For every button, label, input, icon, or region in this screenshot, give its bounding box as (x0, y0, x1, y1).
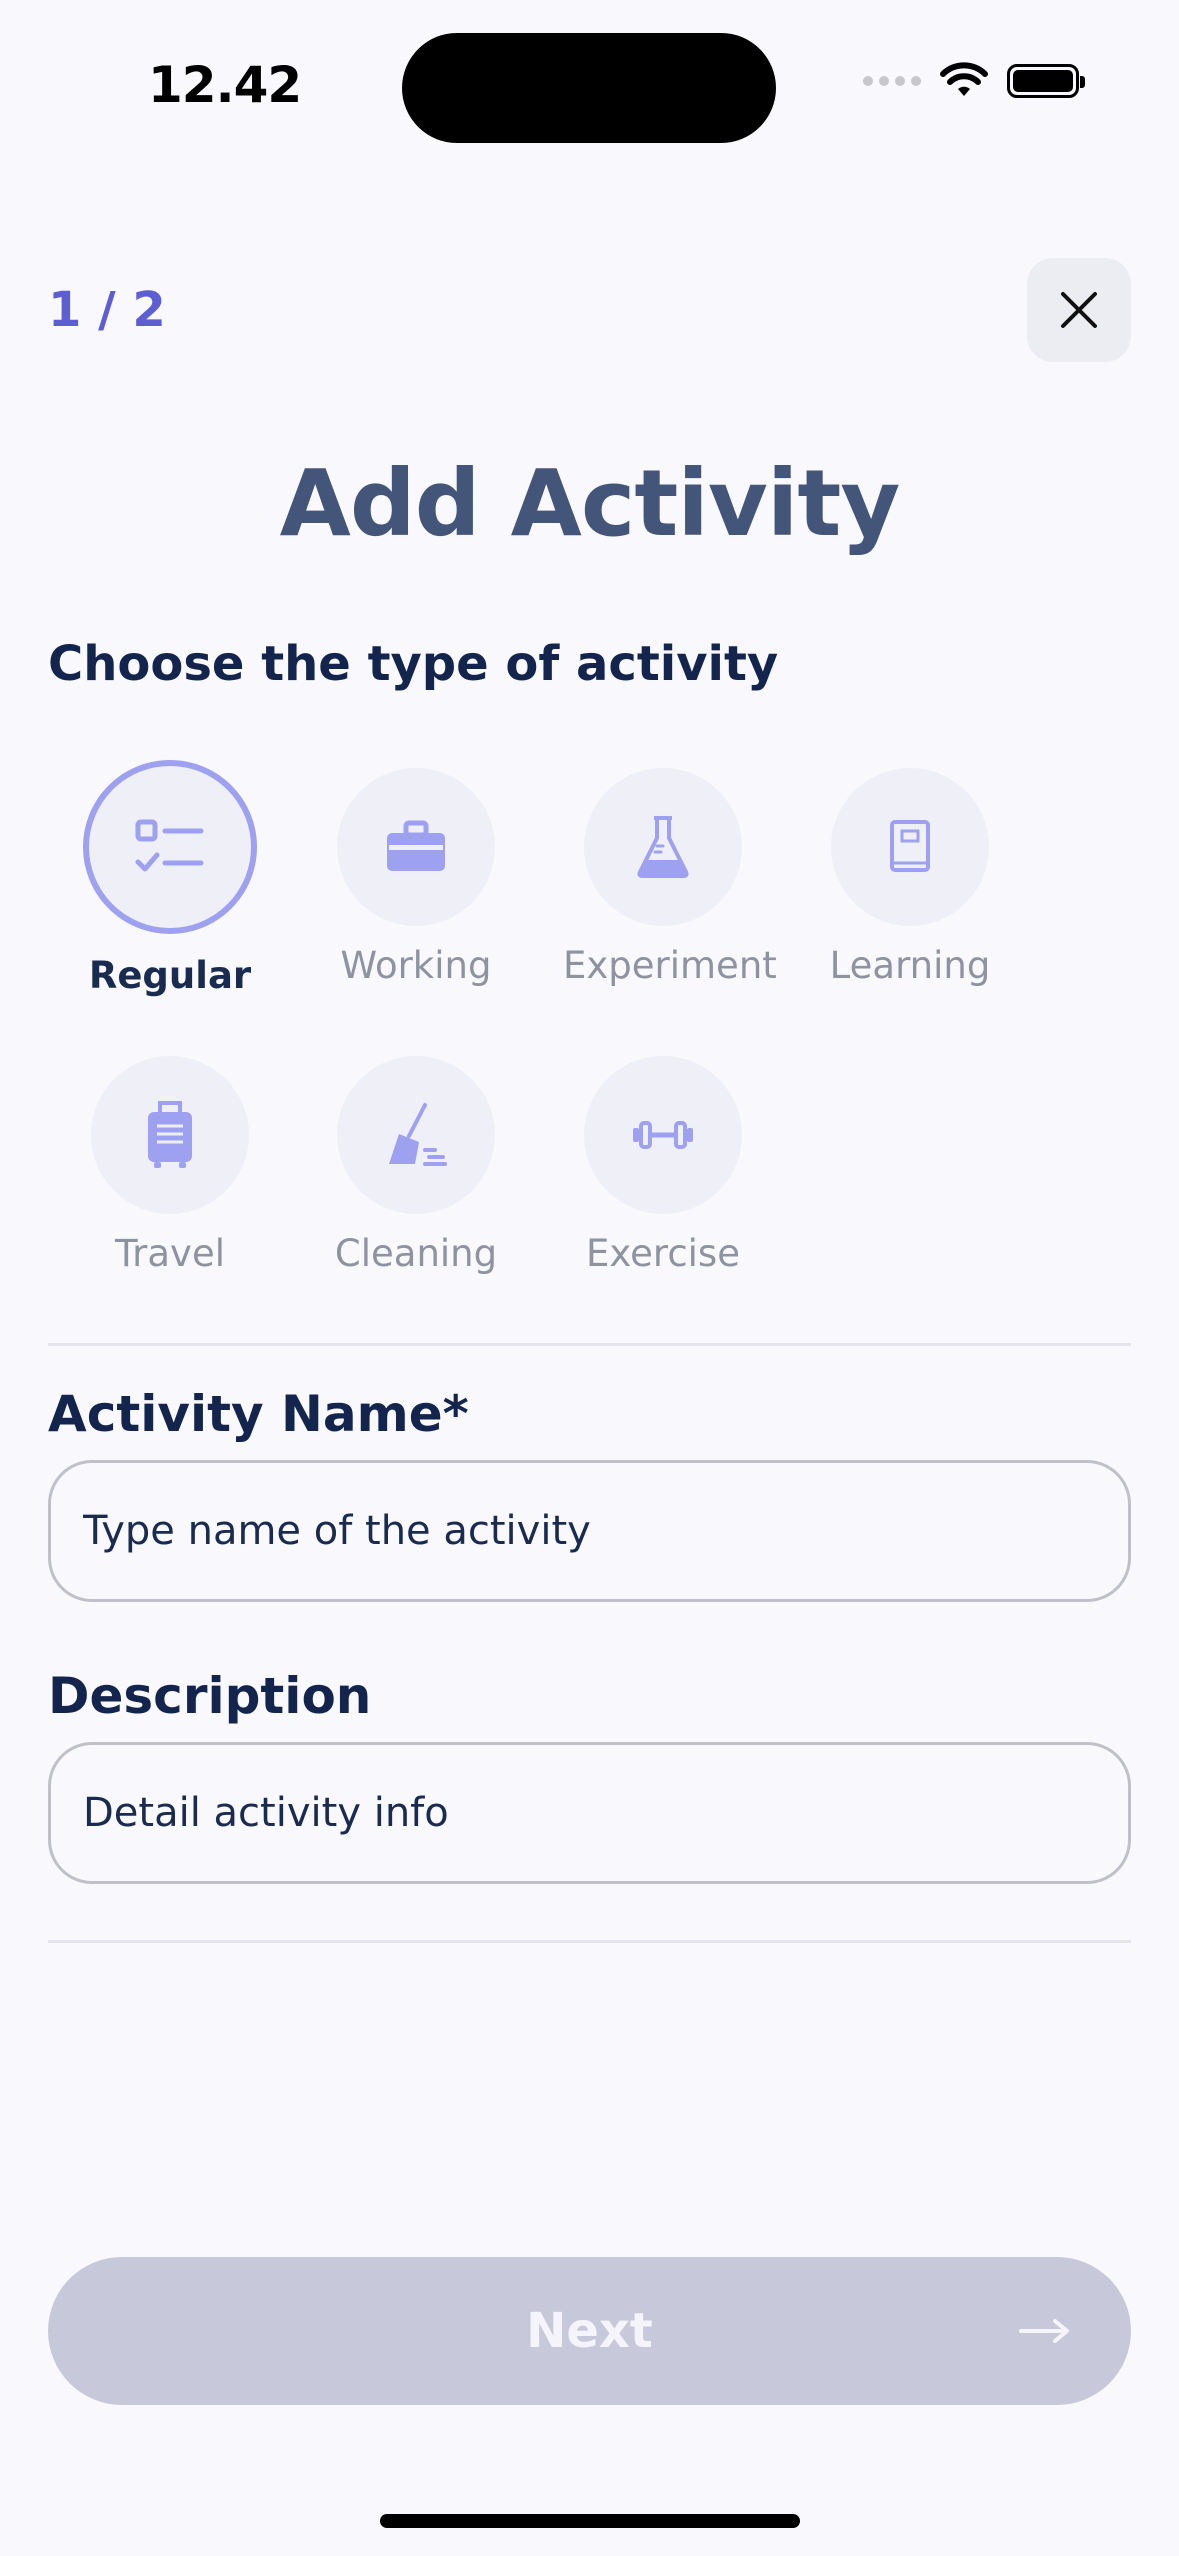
status-indicators (863, 62, 1085, 100)
home-indicator (380, 2514, 800, 2528)
activity-name-input[interactable] (51, 1463, 1128, 1599)
description-label: Description (48, 1667, 372, 1725)
activity-type-regular[interactable]: Regular (70, 760, 270, 997)
next-button-label: Next (526, 2303, 653, 2359)
dynamic-island (402, 33, 776, 143)
activity-type-travel[interactable]: Travel (70, 1056, 270, 1275)
close-button[interactable] (1027, 258, 1131, 362)
briefcase-icon (387, 820, 445, 871)
flask-icon (637, 816, 689, 878)
broom-icon (389, 1103, 447, 1166)
activity-name-label: Activity Name* (48, 1385, 469, 1443)
status-time: 12.42 (148, 56, 302, 114)
step-indicator: 1 / 2 (48, 282, 166, 338)
activity-type-label-travel: Travel (115, 1232, 225, 1275)
activity-type-label: Choose the type of activity (48, 636, 779, 692)
page-title: Add Activity (279, 450, 901, 557)
description-field[interactable] (48, 1742, 1131, 1884)
dumbbell-icon (633, 1121, 693, 1149)
cellular-signal-icon (863, 76, 921, 86)
activity-type-label-working: Working (340, 944, 492, 987)
next-button[interactable]: Next (48, 2257, 1131, 2405)
activity-type-working[interactable]: Working (316, 768, 516, 987)
activity-name-field[interactable] (48, 1460, 1131, 1602)
activity-type-experiment[interactable]: Experiment (563, 768, 777, 987)
arrow-right-icon (1019, 2319, 1069, 2343)
activity-type-cleaning[interactable]: Cleaning (316, 1056, 516, 1275)
activity-type-exercise[interactable]: Exercise (563, 1056, 763, 1275)
activity-type-label-cleaning: Cleaning (334, 1232, 498, 1275)
activity-type-learning[interactable]: Learning (810, 768, 1010, 987)
description-input[interactable] (51, 1745, 1128, 1881)
activity-type-label-regular: Regular (88, 954, 252, 997)
wifi-icon (940, 62, 988, 96)
activity-type-label-learning: Learning (829, 944, 991, 987)
battery-icon (1007, 64, 1085, 98)
suitcase-icon (148, 1101, 192, 1168)
activity-type-label-exercise: Exercise (586, 1232, 740, 1275)
divider (48, 1343, 1131, 1346)
divider (48, 1940, 1131, 1943)
activity-type-label-experiment: Experiment (563, 944, 777, 987)
checklist-icon (135, 819, 204, 872)
book-icon (890, 820, 930, 872)
close-icon (1061, 292, 1097, 328)
